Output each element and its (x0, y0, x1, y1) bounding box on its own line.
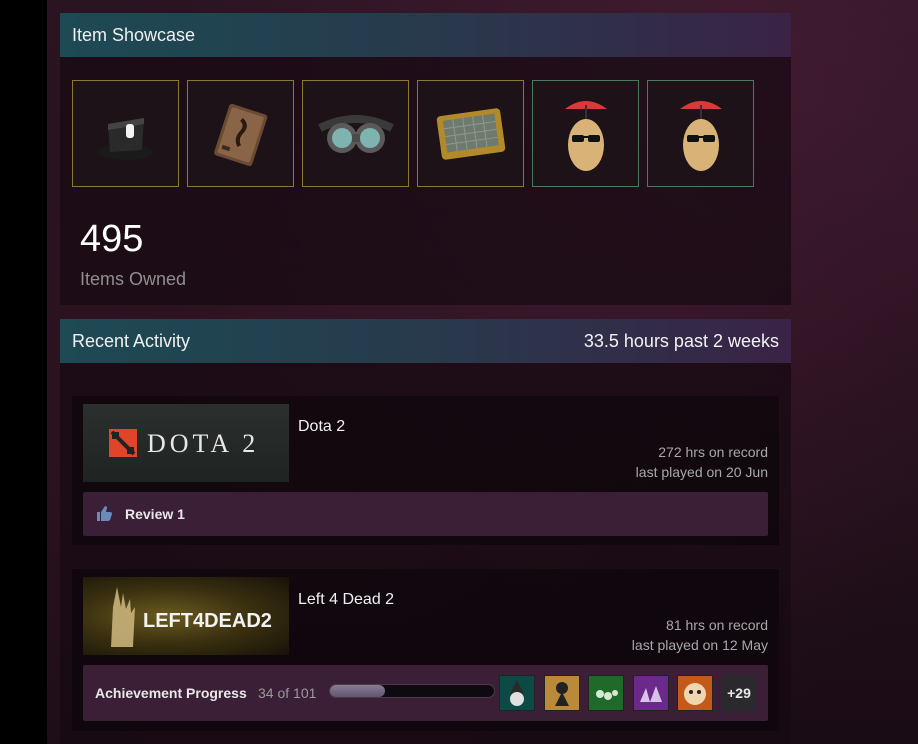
item-slot[interactable] (302, 80, 409, 187)
recent-activity-panel: Recent Activity 33.5 hours past 2 weeks … (60, 319, 791, 744)
last-played: last played on 20 Jun (635, 464, 768, 480)
review-bar[interactable]: Review 1 (83, 492, 768, 536)
dota-2-logo-text: DOTA 2 (147, 429, 259, 458)
achievement-icon[interactable] (499, 675, 535, 711)
game-name-dota-2[interactable]: Dota 2 (298, 418, 345, 436)
top-hat-icon (97, 117, 154, 160)
game-name-left-4-dead-2[interactable]: Left 4 Dead 2 (298, 591, 394, 609)
achievement-count: 34 of 101 (258, 685, 317, 701)
crowd-achievement-icon (640, 686, 662, 702)
potato-pet-icon (564, 100, 607, 171)
achievement-icon[interactable] (544, 675, 580, 711)
achievement-icon[interactable] (633, 675, 669, 711)
left-4-dead-2-logo-icon: LEFT4DEAD2 (111, 587, 272, 647)
group-achievement-icon (596, 690, 618, 700)
achievement-progress-fill (330, 685, 386, 697)
pda-screen-icon (436, 107, 505, 160)
items-owned-label[interactable]: Items Owned (80, 269, 186, 290)
thumbs-up-icon (97, 506, 112, 521)
left-4-dead-2-logo-text: LEFT4DEAD2 (143, 610, 272, 632)
item-showcase-panel: Item Showcase 495 Items Owned (60, 13, 791, 305)
achievement-icon[interactable] (588, 675, 624, 711)
last-played: last played on 12 May (631, 637, 768, 653)
item-slot[interactable] (72, 80, 179, 187)
item-slot[interactable] (187, 80, 294, 187)
game-entry-dota-2: DOTA 2 Dota 2 272 hrs on record last pla… (72, 396, 779, 545)
achievement-progress-track (329, 684, 495, 698)
item-showcase-title: Item Showcase (72, 24, 196, 45)
goggles-icon (317, 114, 394, 153)
window-left-edge (0, 0, 47, 744)
boomer-achievement-icon (684, 683, 706, 705)
game-entry-left-4-dead-2: LEFT4DEAD2 Left 4 Dead 2 81 hrs on recor… (72, 569, 779, 731)
dossier-icon (213, 103, 267, 166)
hours-on-record: 81 hrs on record (666, 617, 768, 633)
achievement-progress-label[interactable]: Achievement Progress (95, 685, 247, 701)
achievement-progress-bar[interactable]: Achievement Progress 34 of 101 +29 (83, 665, 768, 721)
item-slot[interactable] (532, 80, 639, 187)
item-showcase-header: Item Showcase (60, 13, 791, 57)
hunter-achievement-icon (555, 682, 569, 706)
game-capsule-dota-2[interactable]: DOTA 2 (83, 404, 289, 482)
hours-on-record: 272 hrs on record (658, 444, 768, 460)
witch-achievement-icon (510, 680, 524, 706)
dota-2-logo-icon: DOTA 2 (109, 429, 259, 458)
items-owned-count[interactable]: 495 (80, 218, 143, 261)
review-label[interactable]: Review 1 (125, 506, 185, 522)
achievement-icon[interactable] (677, 675, 713, 711)
recent-activity-header: Recent Activity 33.5 hours past 2 weeks (60, 319, 791, 363)
item-slot[interactable] (647, 80, 754, 187)
more-achievements-button[interactable]: +29 (722, 675, 756, 711)
recent-activity-title: Recent Activity (72, 330, 191, 351)
playtime-summary: 33.5 hours past 2 weeks (583, 330, 779, 351)
game-capsule-left-4-dead-2[interactable]: LEFT4DEAD2 (83, 577, 289, 655)
item-slot[interactable] (417, 80, 524, 187)
potato-pet-icon (679, 100, 722, 171)
